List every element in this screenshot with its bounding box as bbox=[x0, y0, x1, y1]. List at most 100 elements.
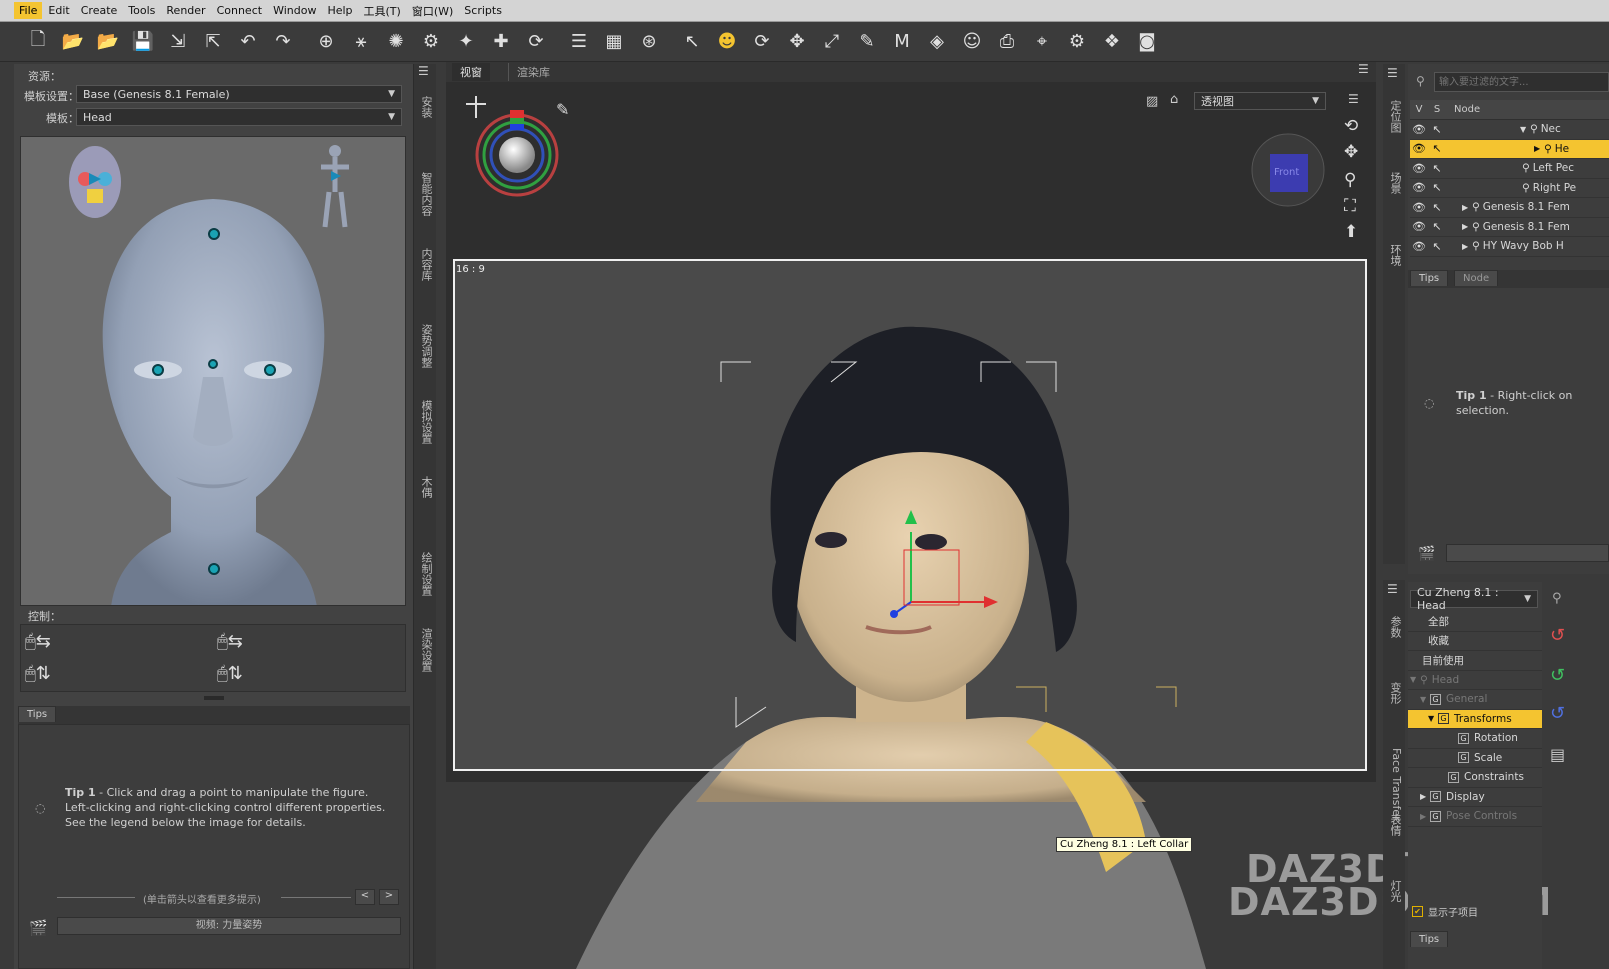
next-tip-button[interactable]: > bbox=[379, 889, 399, 905]
head-center-control-point[interactable] bbox=[208, 359, 218, 369]
rotate-icon[interactable]: ⟳ bbox=[748, 28, 776, 56]
eye-icon[interactable]: 👁 bbox=[1410, 240, 1428, 253]
eye-icon[interactable]: 👁 bbox=[1410, 220, 1428, 233]
scene-search-input[interactable] bbox=[1434, 72, 1609, 92]
parameter-group-row[interactable]: G Rotation bbox=[1408, 729, 1542, 749]
import-icon[interactable]: ⇲ bbox=[164, 28, 192, 56]
parameter-group-row[interactable]: 收藏 bbox=[1408, 632, 1542, 651]
scene-node-row[interactable]: 👁 ↖ ▶ ⚲ HY Wavy Bob H bbox=[1410, 237, 1609, 257]
vertical-tab-3[interactable]: 表情 bbox=[1385, 814, 1403, 836]
vertical-tab-1[interactable]: 智能内容 bbox=[416, 172, 434, 216]
chin-control-point[interactable] bbox=[208, 563, 220, 575]
save-icon[interactable]: 💾 bbox=[129, 28, 157, 56]
open-icon[interactable]: 📂 bbox=[59, 28, 87, 56]
vertical-tab-0[interactable]: 定位图 bbox=[1385, 100, 1403, 133]
panel-menu-icon[interactable]: ☰ bbox=[418, 64, 429, 78]
draw-style-icon[interactable]: ▨ bbox=[1146, 94, 1158, 109]
pose-canvas[interactable] bbox=[20, 136, 406, 606]
export-icon[interactable]: ⇱ bbox=[199, 28, 227, 56]
eye-icon[interactable]: 👁 bbox=[1410, 162, 1428, 175]
pose-icon[interactable]: ☺ bbox=[958, 28, 986, 56]
video-button[interactable]: 视频: 力量姿势 bbox=[57, 917, 401, 935]
render-icon[interactable]: ❖ bbox=[1098, 28, 1126, 56]
menu-item-3[interactable]: Tools bbox=[123, 2, 160, 19]
vertical-tab-2[interactable]: 内容库 bbox=[416, 248, 434, 281]
template-dropdown[interactable]: Head ▼ bbox=[76, 108, 402, 126]
parameter-group-row[interactable]: G Constraints bbox=[1408, 768, 1542, 788]
expander-icon[interactable]: ▼ bbox=[1428, 714, 1438, 723]
reset-icon[interactable]: ↺ bbox=[1550, 665, 1565, 686]
surface-icon[interactable]: ✎ bbox=[853, 28, 881, 56]
scene-node-row[interactable]: 👁 ↖ ▼ ⚲ Nec bbox=[1410, 120, 1609, 140]
clapperboard-icon[interactable]: 🎬 bbox=[1418, 546, 1435, 562]
left-eye-control-point[interactable] bbox=[264, 364, 276, 376]
pin-icon[interactable]: ✎ bbox=[556, 100, 569, 119]
parameter-group-row[interactable]: 目前使用 bbox=[1408, 651, 1542, 671]
expander-icon[interactable]: ▶ bbox=[1534, 144, 1544, 153]
menu-item-8[interactable]: 工具(T) bbox=[359, 1, 406, 21]
parameter-group-row[interactable]: ▶ G Pose Controls bbox=[1408, 807, 1542, 827]
translate-icon[interactable]: ✥ bbox=[783, 28, 811, 56]
vertical-tab-2[interactable]: Face Transfer bbox=[1385, 748, 1403, 821]
menu-item-4[interactable]: Render bbox=[161, 2, 210, 19]
menu-item-0[interactable]: File bbox=[14, 2, 43, 19]
vertical-tab-0[interactable]: 安装 bbox=[416, 96, 434, 118]
node-dropdown[interactable]: Cu Zheng 8.1 : Head ▼ bbox=[1410, 586, 1538, 612]
parameter-group-row[interactable]: ▶ G Display bbox=[1408, 788, 1542, 807]
3d-viewport[interactable]: 16 : 9 Front ✎ ▨ ⌂ 透视图 ▼ ☰ ⟲ ✥ ⚲ ⛶ ⬆ Cu … bbox=[446, 82, 1376, 969]
vertical-tab-7[interactable]: 渲染设置 bbox=[416, 628, 434, 672]
expander-icon[interactable]: ▶ bbox=[1462, 222, 1472, 231]
universal-tool-icon[interactable]: ⊛ bbox=[635, 28, 663, 56]
eye-icon[interactable]: 👁 bbox=[1410, 123, 1428, 136]
geo-shell-icon[interactable]: ◈ bbox=[923, 28, 951, 56]
eye-icon[interactable]: 👁 bbox=[1410, 201, 1428, 214]
camera-icon[interactable]: ⎙ bbox=[993, 28, 1021, 56]
camera-pose-icon[interactable]: ⚙ bbox=[417, 28, 445, 56]
panel-menu-icon[interactable]: ☰ bbox=[1387, 582, 1398, 596]
align-icon[interactable]: ☰ bbox=[565, 28, 593, 56]
reset-icon[interactable]: ↺ bbox=[1550, 703, 1565, 724]
geometry-editor-icon[interactable]: ⟳ bbox=[522, 28, 550, 56]
clapperboard-icon[interactable]: 🎬 bbox=[29, 919, 48, 937]
node-weight-icon[interactable]: ✚ bbox=[487, 28, 515, 56]
pan-icon[interactable]: ✥ bbox=[1344, 142, 1358, 162]
view-cube-label[interactable]: Front bbox=[1274, 167, 1299, 178]
reset-icon[interactable]: ↺ bbox=[1550, 625, 1565, 646]
column-node[interactable]: Node bbox=[1446, 104, 1480, 115]
menu-item-9[interactable]: 窗口(W) bbox=[407, 1, 458, 21]
head-top-control-point[interactable] bbox=[208, 228, 220, 240]
panel-menu-icon[interactable]: ☰ bbox=[1358, 62, 1369, 76]
scene-node-row[interactable]: 👁 ↖ ⚲ Right Pe bbox=[1410, 179, 1609, 198]
parameter-group-row[interactable]: G Scale bbox=[1408, 749, 1542, 768]
menu-item-10[interactable]: Scripts bbox=[459, 2, 507, 19]
zoom-icon[interactable]: ⚲ bbox=[1344, 170, 1356, 190]
redo-icon[interactable]: ↷ bbox=[269, 28, 297, 56]
select-pointer-icon[interactable]: ↖ bbox=[1428, 201, 1446, 214]
select-pointer-icon[interactable]: ↖ bbox=[1428, 181, 1446, 194]
video-button[interactable] bbox=[1446, 544, 1609, 562]
vertical-tab-4[interactable]: 灯光 bbox=[1385, 880, 1403, 902]
spot-render-icon[interactable]: ✦ bbox=[452, 28, 480, 56]
tab-render-library[interactable]: 渲染库 bbox=[508, 63, 558, 81]
reset-view-icon[interactable]: ⬆ bbox=[1344, 222, 1358, 242]
menu-item-5[interactable]: Connect bbox=[212, 2, 267, 19]
panel-menu-icon[interactable]: ☰ bbox=[1387, 66, 1398, 80]
vertical-tab-3[interactable]: 姿势调整 bbox=[416, 324, 434, 368]
vertical-tab-4[interactable]: 模拟设置 bbox=[416, 400, 434, 444]
expander-icon[interactable]: ▶ bbox=[1462, 242, 1472, 251]
menu-item-1[interactable]: Edit bbox=[43, 2, 74, 19]
parameter-group-row[interactable]: ▼ G Transforms bbox=[1408, 709, 1542, 729]
tab-node[interactable]: Node bbox=[1454, 270, 1499, 286]
orbit-icon[interactable]: ⟲ bbox=[1344, 116, 1358, 136]
joint-editor-icon[interactable]: ⚹ bbox=[347, 28, 375, 56]
undo-icon[interactable]: ↶ bbox=[234, 28, 262, 56]
right-eye-control-point[interactable] bbox=[152, 364, 164, 376]
column-visible[interactable]: V bbox=[1410, 104, 1428, 115]
region-icon[interactable]: ▦ bbox=[600, 28, 628, 56]
select-pointer-icon[interactable]: ↖ bbox=[1428, 240, 1446, 253]
scale-icon[interactable]: ⤢ bbox=[818, 28, 846, 56]
vertical-tab-1[interactable]: 场景 bbox=[1385, 172, 1403, 194]
select-pointer-icon[interactable]: ↖ bbox=[1428, 123, 1446, 136]
select-icon[interactable]: ↖ bbox=[678, 28, 706, 56]
merge-icon[interactable]: 📂 bbox=[94, 28, 122, 56]
